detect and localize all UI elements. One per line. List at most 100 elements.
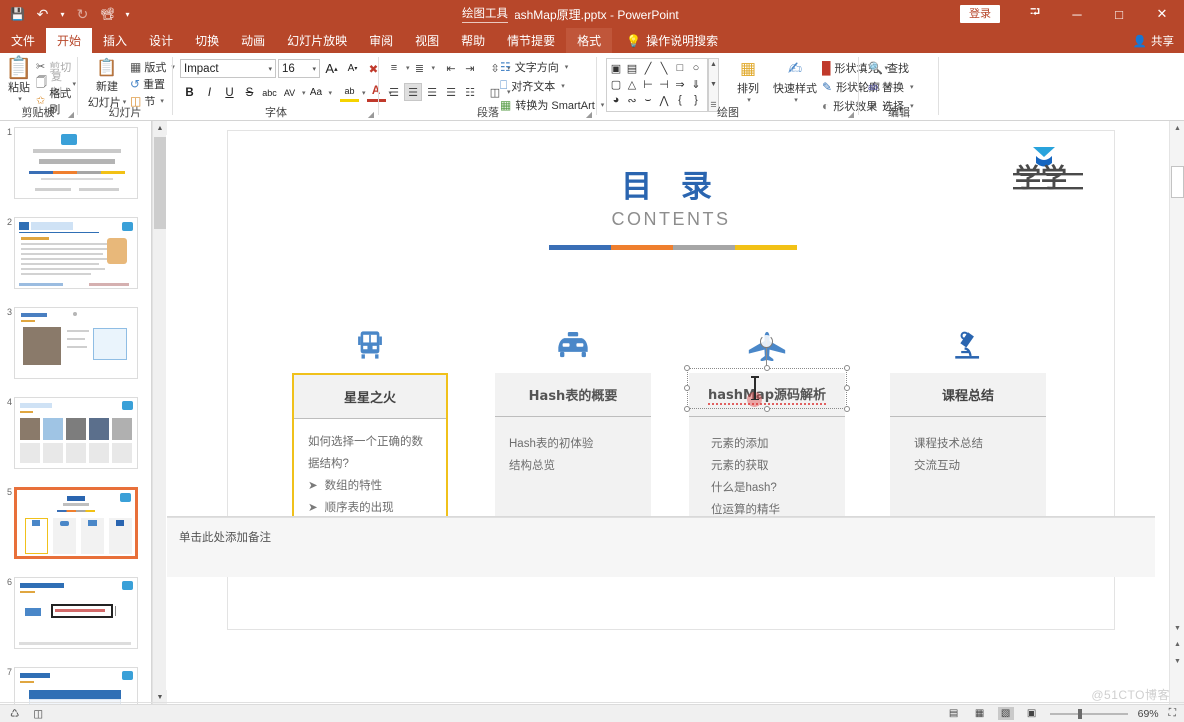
strikethrough-button[interactable]: S — [240, 83, 259, 102]
rectangle-shape-icon[interactable]: □ — [672, 60, 688, 76]
text-highlight-dropdown-icon[interactable]: ▾ — [362, 89, 366, 97]
align-text-button[interactable]: ⎕ 对齐文本 ▾ — [500, 76, 604, 95]
character-spacing-icon[interactable]: AV — [280, 83, 299, 102]
card-2-title[interactable]: Hash表的概要 — [495, 373, 651, 417]
view-reading-icon[interactable]: ▧ — [998, 707, 1014, 720]
tab-storyboarding[interactable]: 情节提要 — [496, 28, 566, 53]
connector-shape-icon[interactable]: ⊢ — [640, 76, 656, 92]
notes-pane[interactable]: 单击此处添加备注 — [167, 517, 1155, 577]
resize-handle-sw[interactable] — [684, 406, 690, 412]
next-slide-icon[interactable]: ▼ — [1174, 658, 1181, 665]
slide-editing-area[interactable]: 学学 目 录 CONTENTS — [167, 121, 1170, 704]
triangle-shape-icon[interactable]: △ — [624, 76, 640, 92]
notes-toggle-icon[interactable]: ◫ — [33, 708, 43, 720]
thumbnail-scroll-up-icon[interactable]: ▲ — [153, 121, 167, 135]
notes-placeholder[interactable]: 单击此处添加备注 — [179, 529, 271, 545]
fit-to-window-icon[interactable]: ⛶ — [1169, 707, 1176, 720]
slide-thumbnail-1[interactable] — [14, 127, 138, 199]
oval-shape-icon[interactable]: ○ — [688, 60, 704, 76]
undo-dropdown-icon[interactable]: ▾ — [56, 3, 69, 25]
redo-icon[interactable]: ↻ — [71, 3, 94, 25]
resize-handle-e[interactable] — [844, 385, 850, 391]
underline-button[interactable]: U — [220, 83, 239, 102]
reset-button[interactable]: ↺ 重置 — [130, 75, 175, 92]
align-center-icon[interactable]: ☰ — [404, 83, 422, 101]
increase-indent-icon[interactable]: ⇥ — [461, 59, 479, 77]
text-shadow-button[interactable]: abc — [260, 83, 279, 102]
slide-thumbnail-7[interactable] — [14, 667, 138, 704]
card-4-title[interactable]: 课程总结 — [890, 373, 1046, 417]
slide-thumbnail-3[interactable] — [14, 307, 138, 379]
slide-thumbnail-4[interactable] — [14, 397, 138, 469]
maximize-icon[interactable]: □ — [1098, 0, 1140, 28]
sign-in-button[interactable]: 登录 — [960, 5, 1000, 23]
view-slideshow-icon[interactable]: ▣ — [1024, 707, 1040, 720]
slide-vertical-scrollbar[interactable]: ▲ ▲ ▼ ▼ — [1169, 121, 1184, 704]
slide-thumbnail-6[interactable] — [14, 577, 138, 649]
previous-slide-icon[interactable]: ▲ — [1174, 641, 1181, 648]
elbow-connector-shape-icon[interactable]: ⊣ — [656, 76, 672, 92]
grow-font-icon[interactable]: A▴ — [322, 59, 341, 78]
slide-title-block[interactable]: 目 录 CONTENTS — [228, 161, 1114, 230]
tab-slideshow[interactable]: 幻灯片放映 — [276, 28, 358, 53]
thumbnail-scrollbar[interactable]: ▲ ▼ — [152, 121, 166, 704]
resize-handle-n[interactable] — [764, 365, 770, 371]
tell-me-search[interactable]: 💡 操作说明搜索 — [612, 28, 718, 53]
ribbon-display-options-icon[interactable]: ⮒ — [1014, 0, 1056, 28]
tab-file[interactable]: 文件 — [0, 28, 46, 53]
view-slide-sorter-icon[interactable]: ▦ — [972, 707, 988, 720]
zoom-slider[interactable] — [1050, 713, 1128, 715]
new-slide-icon[interactable]: 📋 — [86, 58, 128, 78]
bullets-icon[interactable]: ≡ — [385, 59, 403, 77]
scroll-up-icon[interactable]: ▲ — [1170, 121, 1184, 136]
tab-view[interactable]: 视图 — [404, 28, 450, 53]
slide-thumbnail-5[interactable] — [14, 487, 138, 559]
align-right-icon[interactable]: ☰ — [423, 83, 441, 101]
tab-format[interactable]: 格式 — [566, 28, 612, 53]
paste-label[interactable]: 粘贴 — [4, 79, 34, 95]
resize-handle-ne[interactable] — [844, 365, 850, 371]
accessibility-icon[interactable]: ♺ — [10, 708, 19, 720]
card-1-title[interactable]: 星星之火 — [294, 375, 446, 419]
thumbnail-scrollbar-thumb[interactable] — [154, 137, 166, 229]
down-arrow-shape-icon[interactable]: ⇓ — [688, 76, 704, 92]
text-direction-button[interactable]: ☷ 文字方向 ▾ — [500, 57, 604, 76]
change-case-icon[interactable]: Aa — [307, 83, 326, 102]
text-highlight-icon[interactable]: ab — [340, 83, 359, 102]
line-shape-icon[interactable]: ╱ — [640, 60, 656, 76]
tab-review[interactable]: 审阅 — [358, 28, 404, 53]
textbox-shape-icon[interactable]: ▣ — [608, 60, 624, 76]
previous-next-slide-buttons[interactable]: ▲ ▼ — [1170, 636, 1184, 670]
resize-handle-nw[interactable] — [684, 365, 690, 371]
customize-qat-icon[interactable]: ▾ — [121, 3, 134, 25]
layout-button[interactable]: ▦ 版式 ▾ — [130, 58, 175, 75]
change-case-dropdown-icon[interactable]: ▾ — [329, 89, 333, 97]
rotation-handle[interactable] — [760, 335, 773, 348]
find-button[interactable]: 🔍 查找 — [868, 58, 914, 77]
new-slide-label-1[interactable]: 新建 — [86, 78, 128, 94]
undo-icon[interactable]: ↶ — [31, 3, 54, 25]
shrink-font-icon[interactable]: A▾ — [343, 59, 362, 78]
close-icon[interactable]: ✕ — [1140, 0, 1184, 28]
view-normal-icon[interactable]: ▤ — [946, 707, 962, 720]
zoom-percent-label[interactable]: 69% — [1138, 708, 1159, 720]
paste-icon[interactable]: 📋 — [4, 57, 34, 79]
shapes-scroll-up-icon[interactable]: ▲ — [710, 61, 717, 68]
distribute-icon[interactable]: ☷ — [461, 83, 479, 101]
paragraph-dialog-launcher-icon[interactable]: ◢ — [586, 110, 592, 119]
scroll-down-icon[interactable]: ▼ — [1170, 621, 1184, 636]
vertical-textbox-shape-icon[interactable]: ▤ — [624, 60, 640, 76]
slide-thumbnail-2[interactable] — [14, 217, 138, 289]
italic-button[interactable]: I — [200, 83, 219, 102]
tab-design[interactable]: 设计 — [138, 28, 184, 53]
align-left-icon[interactable]: ☰ — [385, 83, 403, 101]
tab-animations[interactable]: 动画 — [230, 28, 276, 53]
clear-formatting-icon[interactable]: ✖ — [364, 59, 383, 78]
decrease-indent-icon[interactable]: ⇤ — [442, 59, 460, 77]
character-spacing-dropdown-icon[interactable]: ▾ — [302, 89, 306, 97]
drawing-dialog-launcher-icon[interactable]: ◢ — [848, 110, 854, 119]
quick-styles-button[interactable]: ✍ 快速样式 ▾ — [772, 59, 818, 104]
rounded-rect-shape-icon[interactable]: ▢ — [608, 76, 624, 92]
start-slideshow-icon[interactable]: 📽 — [96, 3, 119, 25]
right-arrow-shape-icon[interactable]: ⇒ — [672, 76, 688, 92]
